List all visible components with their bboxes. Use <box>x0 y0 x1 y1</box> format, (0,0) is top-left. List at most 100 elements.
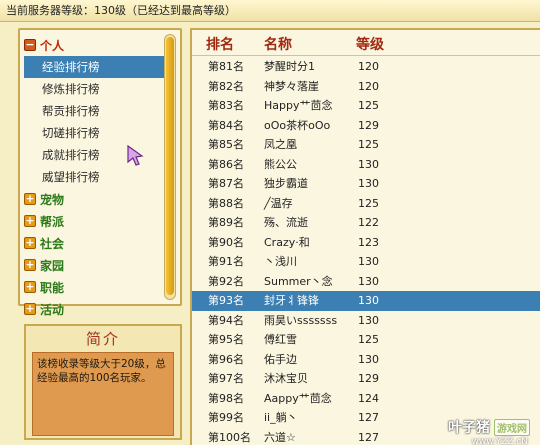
name-cell: 梦醒时分1 <box>264 60 315 73</box>
level-cell: 130 <box>358 313 379 327</box>
sub-item-cultivation-ranking[interactable]: 修炼排行榜 <box>24 78 164 100</box>
sub-item-contribution-ranking[interactable]: 帮贡排行榜 <box>24 100 164 122</box>
rank-cell: 第97名 <box>208 372 244 385</box>
name-cell: 佑手边 <box>264 352 297 366</box>
rank-cell: 第98名 <box>208 391 244 405</box>
table-row[interactable]: 第82名 神梦々落崖 120 <box>192 77 540 97</box>
table-row[interactable]: 第88名 ╱温存 125 <box>192 194 540 214</box>
category-profession-label: 职能 <box>40 280 65 295</box>
rank-cell: 第87名 <box>208 177 244 190</box>
name-cell: oOo茶杯oOo <box>264 118 331 132</box>
level-cell: 120 <box>358 79 379 93</box>
expand-icon[interactable]: + <box>24 303 36 315</box>
category-guild[interactable]: + 帮派 <box>24 210 164 232</box>
header-level: 等级 <box>356 37 384 53</box>
sub-item-prestige-ranking[interactable]: 威望排行榜 <box>24 166 164 188</box>
server-level-bar: 当前服务器等级：130级（已经达到最高等级） <box>0 0 540 22</box>
category-activity[interactable]: + 活动 <box>24 298 164 320</box>
level-cell: 130 <box>358 177 379 190</box>
table-row[interactable]: 第98名 Aappy艹茴念 124 <box>192 389 540 409</box>
table-row[interactable]: 第94名 雨昊いsssssss 130 <box>192 311 540 331</box>
category-pet[interactable]: + 宠物 <box>24 188 164 210</box>
category-home[interactable]: + 家园 <box>24 254 164 276</box>
name-cell: ╱温存 <box>264 196 293 210</box>
name-cell: 沐沐宝贝 <box>264 372 308 385</box>
table-row[interactable]: 第87名 独步霸道 130 <box>192 174 540 194</box>
category-home-label: 家园 <box>40 258 65 273</box>
intro-panel: 简介 该榜收录等级大于20级，总经验最高的100名玩家。 <box>24 324 182 440</box>
name-cell: Summer丶念 <box>264 274 333 288</box>
category-social-label: 社会 <box>40 236 65 251</box>
expand-icon[interactable]: + <box>24 215 36 227</box>
name-cell: ii_躺丶 <box>264 411 298 424</box>
table-row[interactable]: 第85名 凤之凰 125 <box>192 135 540 155</box>
rank-cell: 第94名 <box>208 313 244 327</box>
category-social[interactable]: + 社会 <box>24 232 164 254</box>
expand-icon[interactable]: + <box>24 259 36 271</box>
rank-cell: 第99名 <box>208 411 244 424</box>
category-personal[interactable]: − 个人 <box>24 34 164 56</box>
level-cell: 130 <box>358 274 379 288</box>
level-cell: 130 <box>358 255 379 268</box>
ranking-category-panel: − 个人 经验排行榜 修炼排行榜 帮贡排行榜 切磋排行榜 成就排行榜 威望排行榜… <box>18 28 182 317</box>
table-row[interactable]: 第86名 熊公公 130 <box>192 155 540 175</box>
level-cell: 130 <box>358 157 379 171</box>
sub-item-duel-ranking[interactable]: 切磋排行榜 <box>24 122 164 144</box>
table-body: 第81名 梦醒时分1 120 第82名 神梦々落崖 120 第83名 Happy艹茴念 125 第… <box>192 57 540 445</box>
expand-icon[interactable]: + <box>24 281 36 293</box>
watermark-badge: 游戏网 <box>494 418 530 436</box>
level-cell: 125 <box>358 99 379 112</box>
table-row[interactable]: 第95名 傅红雪 125 <box>192 330 540 350</box>
table-row[interactable]: 第97名 沐沐宝贝 129 <box>192 369 540 389</box>
table-row[interactable]: 第90名 Crazy·和 123 <box>192 233 540 253</box>
name-cell: 封牙丬锋锋 <box>264 294 319 307</box>
expand-icon[interactable]: + <box>24 193 36 205</box>
category-activity-label: 活动 <box>40 302 65 317</box>
table-row[interactable]: 第89名 殇、流逝 122 <box>192 213 540 233</box>
category-profession[interactable]: + 职能 <box>24 276 164 298</box>
level-cell: 125 <box>358 138 379 151</box>
table-row[interactable]: 第96名 佑手边 130 <box>192 350 540 370</box>
level-cell: 125 <box>358 333 379 346</box>
collapse-icon[interactable]: − <box>24 39 36 51</box>
rank-cell: 第83名 <box>208 99 244 112</box>
name-cell: 殇、流逝 <box>264 216 308 229</box>
name-cell: 熊公公 <box>264 157 297 171</box>
category-personal-label: 个人 <box>40 38 65 53</box>
intro-description: 该榜收录等级大于20级，总经验最高的100名玩家。 <box>32 352 174 436</box>
name-cell: 六道☆ <box>264 430 296 444</box>
rank-cell: 第96名 <box>208 352 244 366</box>
rank-cell: 第93名 <box>208 294 244 307</box>
name-cell: 雨昊いsssssss <box>264 313 338 327</box>
category-pet-label: 宠物 <box>40 192 65 207</box>
table-row[interactable]: 第83名 Happy艹茴念 125 <box>192 96 540 116</box>
rank-cell: 第90名 <box>208 235 244 249</box>
level-cell: 122 <box>358 216 379 229</box>
watermark-url: www.YZZ.cN <box>471 437 529 445</box>
table-row[interactable]: 第81名 梦醒时分1 120 <box>192 57 540 77</box>
table-row[interactable]: 第84名 oOo茶杯oOo 129 <box>192 116 540 136</box>
table-row[interactable]: 第91名 丶浅川 130 <box>192 252 540 272</box>
level-cell: 120 <box>358 60 379 73</box>
rank-cell: 第89名 <box>208 216 244 229</box>
header-name: 名称 <box>264 37 292 53</box>
rank-cell: 第82名 <box>208 79 244 93</box>
category-scrollbar[interactable] <box>164 34 176 300</box>
rank-cell: 第100名 <box>208 430 251 444</box>
level-cell: 124 <box>358 391 379 405</box>
server-level-text: 当前服务器等级：130级（已经达到最高等级） <box>6 4 236 17</box>
intro-title: 简介 <box>85 330 120 348</box>
level-cell: 129 <box>358 372 379 385</box>
level-cell: 127 <box>358 411 379 424</box>
level-cell: 127 <box>358 430 379 444</box>
level-cell: 130 <box>358 294 379 307</box>
table-row[interactable]: 第92名 Summer丶念 130 <box>192 272 540 292</box>
table-row[interactable]: 第93名 封牙丬锋锋 130 <box>192 291 540 311</box>
rank-cell: 第91名 <box>208 255 244 268</box>
sub-item-exp-ranking[interactable]: 经验排行榜 <box>24 56 164 78</box>
level-cell: 123 <box>358 235 379 249</box>
expand-icon[interactable]: + <box>24 237 36 249</box>
mouse-pointer-icon <box>127 144 144 166</box>
scrollbar-thumb[interactable] <box>166 37 174 295</box>
rank-cell: 第92名 <box>208 274 244 288</box>
